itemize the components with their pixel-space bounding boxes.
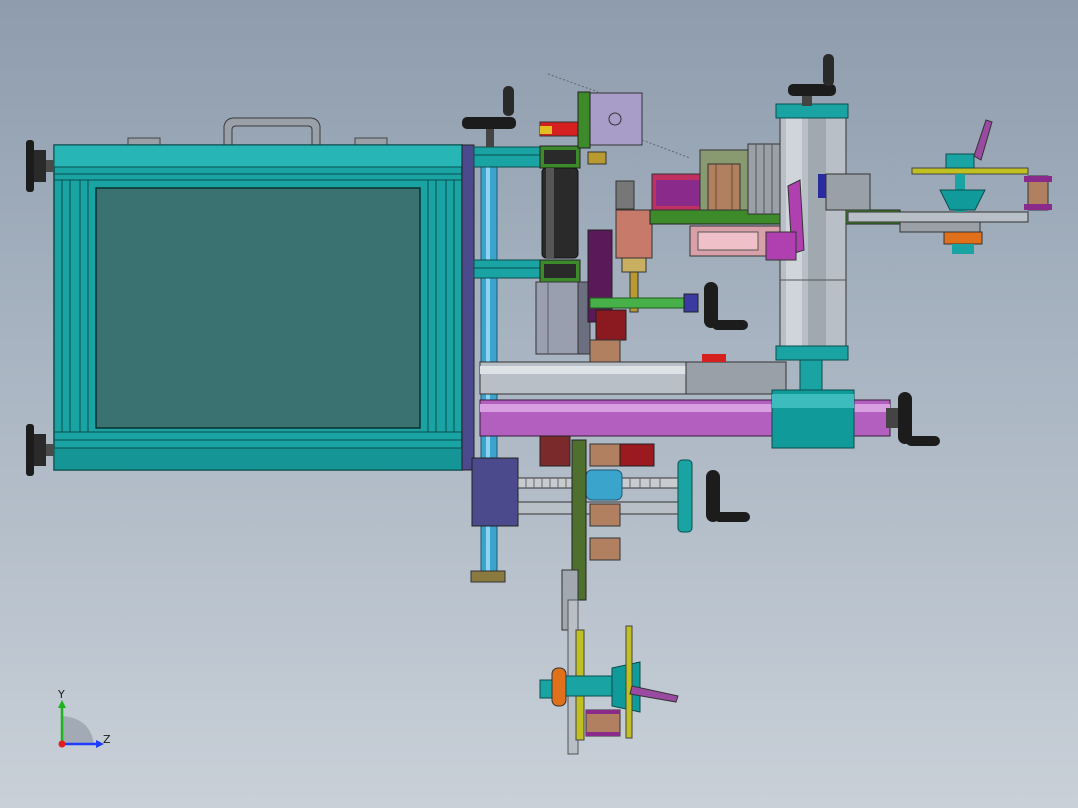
- cabinet-handle: [223, 117, 321, 146]
- tension-crank[interactable]: [704, 282, 748, 330]
- crank-handle-top-right[interactable]: [788, 54, 836, 106]
- screw-crank[interactable]: [706, 470, 750, 522]
- machine-assembly-drawing: Y Z: [26, 54, 1052, 755]
- cabinet-side-plate: [461, 144, 475, 471]
- leveling-foot-bottom: [26, 424, 54, 476]
- cabinet: [26, 117, 475, 476]
- lower-slide-block: [471, 457, 519, 527]
- roller-crank[interactable]: [898, 392, 940, 446]
- leveling-foot-top: [26, 140, 54, 192]
- brake-housing: [615, 209, 653, 259]
- crank-handle-top-left[interactable]: [462, 86, 516, 147]
- handwheel-plate: [677, 459, 693, 533]
- post-foot: [470, 570, 506, 583]
- cabinet-panel: [95, 187, 421, 429]
- cad-viewport[interactable]: Y Z: [0, 0, 1078, 808]
- triad-y-label: Y: [57, 688, 65, 701]
- triad-plane: [62, 716, 94, 744]
- middle-rail: [473, 259, 545, 279]
- triad-x-axis: [58, 740, 66, 748]
- lock-lever-top[interactable]: [973, 119, 993, 161]
- right-arm: [847, 211, 1029, 223]
- guide-bar: [479, 354, 823, 397]
- stepper-motor: [587, 92, 643, 146]
- unwind-plate: [911, 167, 1029, 175]
- sensor-mount: [615, 180, 635, 210]
- upper-rail: [473, 146, 545, 168]
- coordinate-triad: Y Z: [57, 688, 111, 748]
- triad-z-label: Z: [103, 733, 111, 746]
